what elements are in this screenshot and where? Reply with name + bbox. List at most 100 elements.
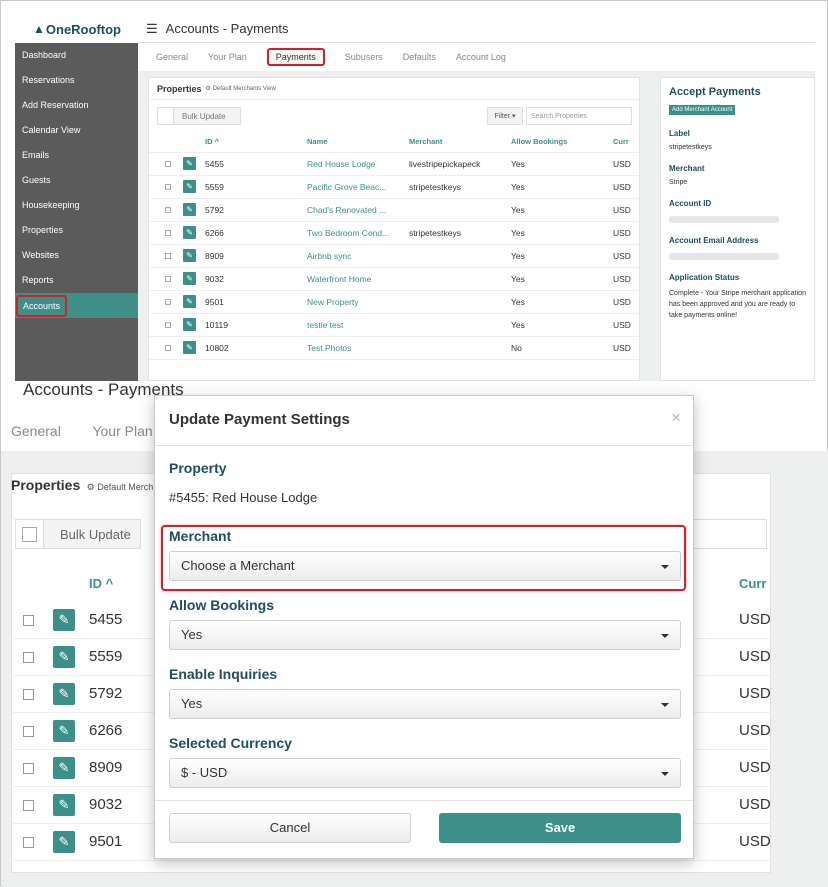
edit-icon[interactable]: ✎ bbox=[183, 272, 196, 285]
selected-currency-value: $ - USD bbox=[181, 765, 228, 780]
currency-cell: USD bbox=[613, 182, 631, 192]
zoom-select-all-checkbox[interactable] bbox=[16, 520, 44, 548]
enable-inquiries-select[interactable]: Yes bbox=[169, 689, 681, 719]
zoom-row-checkbox[interactable] bbox=[23, 689, 34, 700]
tab-your-plan[interactable]: Your Plan bbox=[208, 52, 247, 62]
edit-icon[interactable]: ✎ bbox=[53, 757, 75, 779]
zoom-bulk-update-button[interactable]: Bulk Update bbox=[15, 519, 141, 549]
zoom-row-checkbox[interactable] bbox=[23, 615, 34, 626]
edit-icon[interactable]: ✎ bbox=[183, 180, 196, 193]
row-checkbox[interactable] bbox=[165, 276, 171, 282]
top-header: ☰ Accounts - Payments bbox=[138, 15, 815, 43]
filter-button[interactable]: Filter ▾ bbox=[487, 107, 523, 125]
edit-icon[interactable]: ✎ bbox=[53, 720, 75, 742]
table-row: ✎ 10802 Test Photos No USD bbox=[149, 337, 639, 360]
zoom-id-column-header[interactable]: ID ^ bbox=[89, 576, 113, 591]
hamburger-menu-icon[interactable]: ☰ bbox=[146, 21, 158, 37]
zoom-row-checkbox[interactable] bbox=[23, 837, 34, 848]
save-button[interactable]: Save bbox=[439, 813, 681, 843]
zoom-tab-your-plan[interactable]: Your Plan bbox=[92, 423, 152, 439]
tab-payments[interactable]: Payments bbox=[266, 48, 325, 66]
zoom-currency-column-header[interactable]: Curr bbox=[739, 576, 766, 591]
allow-bookings-cell: Yes bbox=[511, 251, 525, 261]
selected-currency-select[interactable]: $ - USD bbox=[169, 758, 681, 788]
row-checkbox[interactable] bbox=[165, 161, 171, 167]
property-name-link[interactable]: testie test bbox=[307, 314, 343, 337]
allow-bookings-column-header[interactable]: Allow Bookings bbox=[511, 130, 567, 153]
sidebar-item-housekeeping[interactable]: Housekeeping bbox=[15, 193, 138, 218]
id-header-label: ID bbox=[205, 137, 213, 146]
id-column-header[interactable]: ID ^ bbox=[205, 130, 219, 153]
currency-cell: USD bbox=[613, 251, 631, 261]
tab-subusers[interactable]: Subusers bbox=[345, 52, 383, 62]
tabs-bar: General Your Plan Payments Subusers Defa… bbox=[138, 43, 815, 71]
zoom-row-checkbox[interactable] bbox=[23, 763, 34, 774]
sidebar-item-reports[interactable]: Reports bbox=[15, 268, 138, 293]
tab-general[interactable]: General bbox=[156, 52, 188, 62]
search-input[interactable]: Search Properties bbox=[526, 107, 632, 125]
row-checkbox[interactable] bbox=[165, 345, 171, 351]
sidebar-item-guests[interactable]: Guests bbox=[15, 168, 138, 193]
properties-table: ID ^ Name Merchant Allow Bookings Curr ✎… bbox=[149, 130, 639, 380]
property-name-link[interactable]: Chad's Renovated ... bbox=[307, 199, 386, 222]
property-name-link[interactable]: Pacific Grove Beac... bbox=[307, 176, 386, 199]
zoom-row-checkbox[interactable] bbox=[23, 652, 34, 663]
sidebar-item-accounts[interactable]: Accounts bbox=[15, 293, 138, 318]
edit-icon[interactable]: ✎ bbox=[183, 318, 196, 331]
edit-icon[interactable]: ✎ bbox=[183, 226, 196, 239]
property-name-link[interactable]: Test Photos bbox=[307, 337, 351, 360]
properties-panel: Properties ⚙ Default Merchants View Bulk… bbox=[148, 77, 640, 381]
sidebar-item-properties[interactable]: Properties bbox=[15, 218, 138, 243]
select-all-checkbox[interactable] bbox=[158, 108, 174, 124]
zoom-search-input[interactable] bbox=[691, 519, 767, 549]
app-logo[interactable]: ▲ OneRooftop bbox=[15, 15, 138, 43]
zoom-view-selector[interactable]: ⚙ Default Merch bbox=[84, 482, 154, 492]
add-merchant-account-button[interactable]: Add Merchant Account bbox=[669, 105, 736, 115]
sidebar-item-dashboard[interactable]: Dashboard bbox=[15, 43, 138, 68]
property-name-link[interactable]: Two Bedroom Cond... bbox=[307, 222, 389, 245]
chevron-down-icon bbox=[661, 772, 669, 776]
account-email-heading: Account Email Address bbox=[669, 236, 759, 245]
row-checkbox[interactable] bbox=[165, 322, 171, 328]
merchant-select[interactable]: Choose a Merchant bbox=[169, 551, 681, 581]
currency-column-header[interactable]: Curr bbox=[613, 130, 629, 153]
merchant-column-header[interactable]: Merchant bbox=[409, 130, 442, 153]
edit-icon[interactable]: ✎ bbox=[53, 683, 75, 705]
row-checkbox[interactable] bbox=[165, 184, 171, 190]
sidebar-item-calendar-view[interactable]: Calendar View bbox=[15, 118, 138, 143]
zoom-row-checkbox[interactable] bbox=[23, 726, 34, 737]
allow-bookings-cell: Yes bbox=[511, 205, 525, 215]
row-checkbox[interactable] bbox=[165, 299, 171, 305]
edit-icon[interactable]: ✎ bbox=[53, 609, 75, 631]
name-column-header[interactable]: Name bbox=[307, 130, 327, 153]
bulk-update-button[interactable]: Bulk Update bbox=[157, 107, 241, 125]
row-checkbox[interactable] bbox=[165, 230, 171, 236]
edit-icon[interactable]: ✎ bbox=[183, 249, 196, 262]
sidebar-item-reservations[interactable]: Reservations bbox=[15, 68, 138, 93]
edit-icon[interactable]: ✎ bbox=[183, 341, 196, 354]
sidebar-item-emails[interactable]: Emails bbox=[15, 143, 138, 168]
zoom-tab-general[interactable]: General bbox=[11, 423, 61, 439]
sidebar-item-add-reservation[interactable]: Add Reservation bbox=[15, 93, 138, 118]
edit-icon[interactable]: ✎ bbox=[53, 794, 75, 816]
edit-icon[interactable]: ✎ bbox=[53, 831, 75, 853]
property-name-link[interactable]: New Property bbox=[307, 291, 359, 314]
allow-bookings-select[interactable]: Yes bbox=[169, 620, 681, 650]
row-checkbox[interactable] bbox=[165, 207, 171, 213]
property-name-link[interactable]: Red House Lodge bbox=[307, 153, 376, 176]
tab-defaults[interactable]: Defaults bbox=[403, 52, 436, 62]
edit-icon[interactable]: ✎ bbox=[183, 157, 196, 170]
property-name-link[interactable]: Waterfront Home bbox=[307, 268, 371, 291]
edit-icon[interactable]: ✎ bbox=[53, 646, 75, 668]
accept-payments-title: Accept Payments bbox=[669, 86, 761, 98]
close-icon[interactable]: × bbox=[671, 408, 681, 428]
view-selector[interactable]: ⚙ Default Merchants View bbox=[206, 85, 276, 92]
tab-account-log[interactable]: Account Log bbox=[456, 52, 506, 62]
cancel-button[interactable]: Cancel bbox=[169, 813, 411, 843]
sidebar-item-websites[interactable]: Websites bbox=[15, 243, 138, 268]
row-checkbox[interactable] bbox=[165, 253, 171, 259]
property-name-link[interactable]: Airbnb sync bbox=[307, 245, 351, 268]
edit-icon[interactable]: ✎ bbox=[183, 295, 196, 308]
edit-icon[interactable]: ✎ bbox=[183, 203, 196, 216]
zoom-row-checkbox[interactable] bbox=[23, 800, 34, 811]
